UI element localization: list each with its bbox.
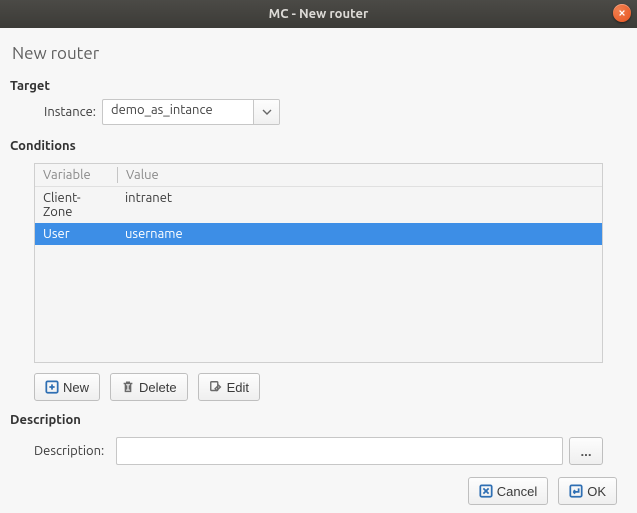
cell-variable: Client-Zone [35, 189, 117, 221]
chevron-down-icon [262, 109, 272, 115]
instance-combo-toggle[interactable] [253, 100, 279, 124]
cancel-button[interactable]: Cancel [468, 477, 548, 505]
window-title: MC - New router [269, 7, 369, 21]
edit-button-label: Edit [227, 380, 249, 395]
instance-combo-value: demo_as_intance [103, 100, 253, 124]
cancel-x-icon [479, 484, 493, 498]
page-title: New router [12, 44, 625, 63]
cell-variable: User [35, 225, 117, 243]
instance-label: Instance: [38, 105, 102, 119]
cell-value: intranet [117, 189, 602, 221]
description-label: Description: [34, 444, 110, 458]
pencil-icon [209, 380, 223, 394]
dialog-footer: Cancel OK [10, 473, 627, 505]
table-row[interactable]: User username [35, 223, 602, 245]
plus-icon [45, 380, 59, 394]
description-input[interactable] [116, 437, 563, 465]
col-header-variable[interactable]: Variable [35, 164, 117, 186]
dialog-content: New router Target Instance: demo_as_inta… [0, 28, 637, 513]
table-row[interactable]: Client-Zone intranet [35, 187, 602, 223]
instance-combo[interactable]: demo_as_intance [102, 99, 280, 125]
conditions-header: Variable Value [35, 164, 602, 187]
titlebar: MC - New router [0, 0, 637, 28]
ok-button-label: OK [587, 484, 606, 499]
new-button-label: New [63, 380, 89, 395]
enter-icon [569, 484, 583, 498]
col-header-value[interactable]: Value [118, 164, 602, 186]
new-button[interactable]: New [34, 373, 100, 401]
delete-button-label: Delete [139, 380, 177, 395]
trash-icon [121, 380, 135, 394]
window-close-button[interactable] [613, 4, 631, 22]
section-conditions-label: Conditions [10, 139, 627, 153]
edit-button[interactable]: Edit [198, 373, 260, 401]
section-description-label: Description [10, 413, 627, 427]
conditions-body: Client-Zone intranet User username [35, 187, 602, 362]
cancel-button-label: Cancel [497, 484, 537, 499]
conditions-table: Variable Value Client-Zone intranet User… [34, 163, 603, 363]
cell-value: username [117, 225, 602, 243]
delete-button[interactable]: Delete [110, 373, 188, 401]
ellipsis-icon: ... [580, 444, 591, 459]
close-icon [618, 9, 626, 17]
description-browse-button[interactable]: ... [569, 437, 603, 465]
section-target-label: Target [10, 79, 627, 93]
conditions-toolbar: New Delete Edit [34, 373, 603, 401]
ok-button[interactable]: OK [558, 477, 617, 505]
